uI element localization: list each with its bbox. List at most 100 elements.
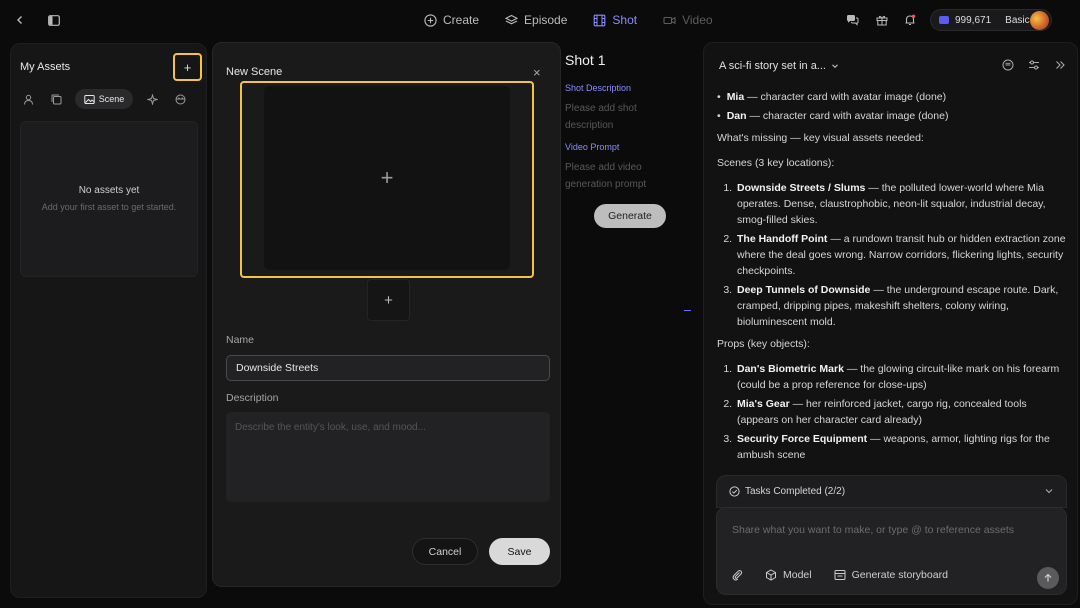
name-input[interactable] bbox=[226, 355, 550, 381]
list-item: The Handoff Point — a rundown transit hu… bbox=[735, 231, 1067, 279]
credits-badge[interactable]: 999,671 Basic bbox=[930, 9, 1052, 31]
tab-shot[interactable]: Shot bbox=[593, 10, 637, 30]
missing-heading: What's missing — key visual assets neede… bbox=[717, 132, 924, 144]
description-label: Description bbox=[226, 392, 279, 404]
plus-circle-icon bbox=[424, 13, 437, 27]
chat-title[interactable]: A sci-fi story set in a... bbox=[719, 60, 839, 72]
tab-shot-label: Shot bbox=[612, 13, 638, 27]
empty-title: No assets yet bbox=[78, 185, 140, 196]
new-scene-modal: New Scene × + + Name Description Cancel … bbox=[212, 42, 561, 587]
person-icon bbox=[23, 94, 33, 105]
assets-panel: My Assets + Scene No assets yet Add your… bbox=[10, 43, 207, 598]
list-item: Security Force Equipment — weapons, armo… bbox=[735, 431, 1067, 463]
sidebar-toggle-icon[interactable] bbox=[44, 10, 64, 30]
back-icon[interactable] bbox=[10, 10, 30, 30]
tab-cards[interactable] bbox=[47, 89, 65, 109]
bell-icon[interactable] bbox=[900, 10, 920, 30]
main-tabs: Create Episode Shot Video bbox=[424, 10, 713, 30]
video-prompt-label: Video Prompt bbox=[565, 142, 620, 152]
attach-button[interactable] bbox=[731, 569, 743, 581]
credit-coin-icon bbox=[939, 16, 949, 24]
top-bar: Create Episode Shot Video 999,671 Basic bbox=[0, 0, 1080, 40]
close-icon[interactable]: × bbox=[533, 65, 541, 80]
tab-create[interactable]: Create bbox=[424, 10, 479, 30]
tab-episode[interactable]: Episode bbox=[505, 10, 567, 30]
chevron-down-icon bbox=[1045, 489, 1053, 494]
upload-plus-icon: + bbox=[380, 165, 394, 190]
bullet-dot: • bbox=[717, 110, 721, 122]
paperclip-icon bbox=[732, 570, 743, 581]
empty-state: No assets yet Add your first asset to ge… bbox=[20, 121, 198, 277]
bullet-dot: • bbox=[717, 91, 721, 103]
composer-toolbar: Model Generate storyboard bbox=[731, 569, 970, 581]
model-button[interactable]: Model bbox=[765, 569, 812, 581]
prop-name: Security Force Equipment bbox=[737, 433, 868, 445]
description-input[interactable] bbox=[226, 412, 550, 502]
tab-scene-label: Scene bbox=[98, 94, 125, 104]
props-heading: Props (key objects): bbox=[717, 338, 810, 350]
video-prompt-placeholder[interactable]: Please add video generation prompt bbox=[565, 159, 675, 193]
cancel-button[interactable]: Cancel bbox=[412, 538, 478, 565]
chevron-down-icon bbox=[832, 64, 838, 69]
list-item: • Mia — character card with avatar image… bbox=[717, 89, 1067, 105]
image-upload-area[interactable]: + bbox=[264, 86, 510, 270]
tab-props[interactable] bbox=[143, 89, 161, 109]
assets-title: My Assets bbox=[20, 61, 71, 73]
cards-icon bbox=[51, 94, 61, 104]
generate-button[interactable]: Generate bbox=[594, 204, 666, 228]
modal-title: New Scene bbox=[226, 66, 283, 78]
plan-label: Basic bbox=[1005, 14, 1030, 26]
asset-type-tabs: Scene bbox=[19, 89, 189, 109]
upload-highlight: + bbox=[240, 81, 534, 278]
sparkle-icon bbox=[146, 93, 158, 105]
divider-mark bbox=[684, 310, 691, 311]
model-label: Model bbox=[783, 569, 812, 581]
video-icon bbox=[663, 16, 676, 24]
avatar[interactable] bbox=[1030, 11, 1049, 30]
tab-characters[interactable] bbox=[19, 89, 37, 109]
chat-panel: A sci-fi story set in a... • Mia — chara… bbox=[703, 42, 1078, 605]
empty-subtitle: Add your first asset to get started. bbox=[41, 202, 177, 212]
chat-bubbles-icon[interactable] bbox=[842, 10, 862, 30]
tab-styles[interactable] bbox=[171, 89, 189, 109]
name-label: Name bbox=[226, 334, 255, 346]
tab-scene[interactable]: Scene bbox=[75, 89, 133, 109]
prop-name: Dan's Biometric Mark bbox=[737, 363, 844, 375]
bullet-desc: — character card with avatar image (done… bbox=[746, 110, 949, 122]
shot-description-placeholder[interactable]: Please add shot description bbox=[565, 100, 675, 134]
scenes-list: Downside Streets / Slums — the polluted … bbox=[735, 180, 1067, 330]
shot-title: Shot 1 bbox=[565, 52, 606, 68]
assistant-message: • Mia — character card with avatar image… bbox=[717, 89, 1067, 466]
composer: Share what you want to make, or type @ t… bbox=[716, 507, 1067, 595]
list-item: Dan's Biometric Mark — the glowing circu… bbox=[735, 361, 1067, 393]
face-icon bbox=[175, 94, 185, 104]
list-item: • Dan — character card with avatar image… bbox=[717, 108, 1067, 124]
tab-video[interactable]: Video bbox=[663, 10, 713, 30]
scene-name: The Handoff Point bbox=[737, 233, 828, 245]
layers-icon bbox=[505, 14, 519, 24]
list-item: Downside Streets / Slums — the polluted … bbox=[735, 180, 1067, 228]
shot-panel: Shot 1 Shot Description Please add shot … bbox=[565, 52, 695, 228]
scene-name: Downside Streets / Slums bbox=[737, 182, 866, 194]
tasks-completed-bar[interactable]: Tasks Completed (2/2) bbox=[716, 475, 1067, 508]
shot-description-label: Shot Description bbox=[565, 83, 632, 93]
bullet-desc: — character card with avatar image (done… bbox=[744, 91, 947, 103]
collapse-icon[interactable] bbox=[1054, 59, 1066, 71]
sliders-icon[interactable] bbox=[1028, 59, 1040, 71]
message-icon[interactable] bbox=[1002, 59, 1014, 71]
tasks-label: Tasks Completed (2/2) bbox=[745, 486, 846, 497]
add-image-button[interactable]: + bbox=[367, 279, 410, 321]
storyboard-icon bbox=[834, 570, 846, 580]
list-item: Mia's Gear — her reinforced jacket, carg… bbox=[735, 396, 1067, 428]
prompt-input[interactable]: Share what you want to make, or type @ t… bbox=[732, 524, 1052, 536]
tab-create-label: Create bbox=[443, 13, 480, 27]
arrow-up-icon bbox=[1044, 573, 1052, 582]
chat-actions bbox=[1002, 59, 1066, 71]
gift-icon[interactable] bbox=[872, 10, 892, 30]
add-asset-button[interactable]: + bbox=[173, 53, 202, 81]
send-button[interactable] bbox=[1037, 567, 1059, 589]
props-list: Dan's Biometric Mark — the glowing circu… bbox=[735, 361, 1067, 463]
generate-storyboard-button[interactable]: Generate storyboard bbox=[834, 569, 948, 581]
chat-title-text: A sci-fi story set in a... bbox=[719, 60, 826, 72]
save-button[interactable]: Save bbox=[489, 538, 550, 565]
